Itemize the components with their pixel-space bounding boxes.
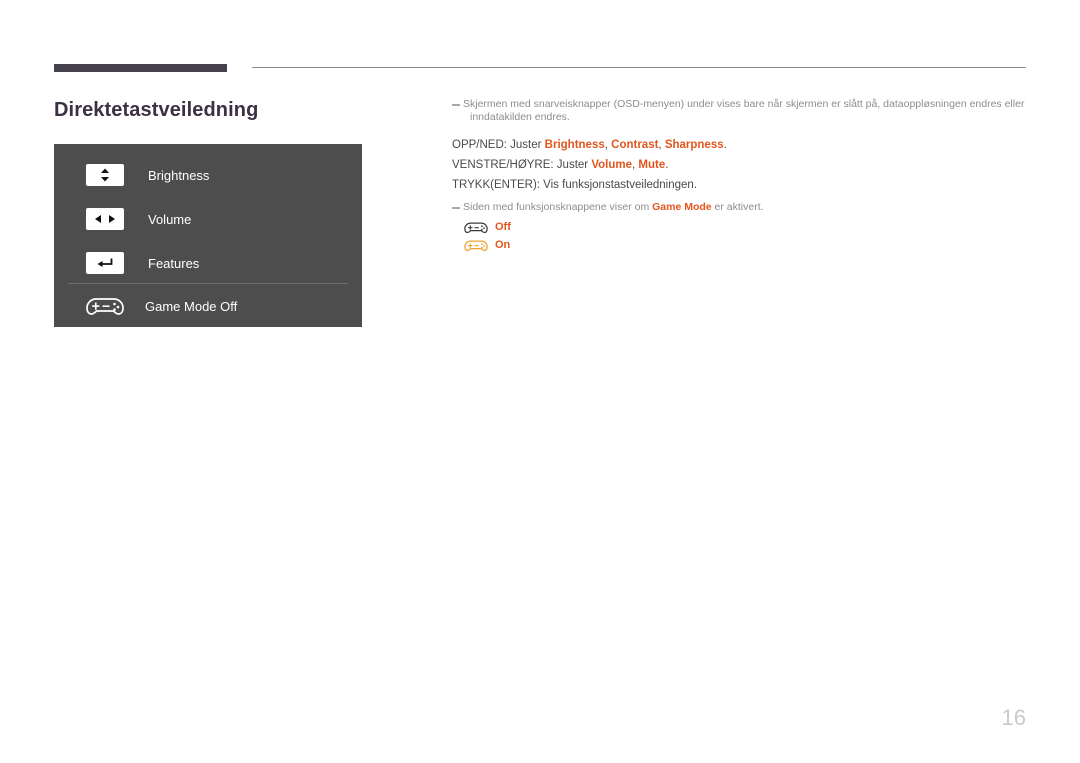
period-1: . [723,139,727,151]
note-dash-icon [452,104,460,106]
note-osd-visibility: Skjermen med snarveisknapper (OSD-menyen… [452,98,1032,124]
legend-item-on: On [463,236,1032,254]
page-header-rules [0,0,1080,80]
osd-row-game-mode[interactable]: Game Mode Off [54,284,362,328]
keyword-mute: Mute [638,159,666,171]
up-down-arrows-icon [86,164,124,186]
instruction-up-down: OPP/NED: Juster Brightness, Contrast, Sh… [452,135,1032,155]
note-osd-visibility-line2: inndatakilden endres. [470,111,570,123]
body-text-column: Skjermen med snarveisknapper (OSD-menyen… [452,98,1032,254]
legend-item-off: Off [463,218,1032,236]
keyword-game-mode: Game Mode [652,201,712,213]
note-game-mode-suffix: er aktivert. [711,201,764,213]
enter-return-arrow-icon [86,252,124,274]
instruction-up-down-prefix: OPP/NED: Juster [452,139,545,151]
osd-label-volume: Volume [148,211,192,227]
osd-label-game-mode: Game Mode Off [145,298,238,314]
note-dash-icon-2 [452,207,460,209]
instruction-left-right-prefix: VENSTRE/HØYRE: Juster [452,159,592,171]
keyword-brightness: Brightness [544,139,605,151]
page-title: Direktetastveiledning [54,99,259,121]
header-thick-rule [54,64,227,72]
note-spacer [452,127,1032,135]
osd-menu-panel: Brightness Volume Features Game Mode Off [54,144,362,327]
instruction-enter-text: TRYKK(ENTER): Vis funksjonstastveilednin… [452,179,698,191]
instruction-left-right: VENSTRE/HØYRE: Juster Volume, Mute. [452,155,1032,175]
keyword-contrast: Contrast [611,139,659,151]
gamepad-icon [83,293,127,319]
period-2: . [665,159,669,171]
left-right-arrows-icon [86,208,124,230]
osd-row-brightness[interactable]: Brightness [54,153,362,197]
page-number: 16 [1001,705,1026,730]
legend-label-on: On [495,239,511,251]
osd-label-features: Features [148,255,200,271]
note-game-mode: Siden med funksjonsknappene viser om Gam… [452,201,1032,214]
note-osd-visibility-line1: Skjermen med snarveisknapper (OSD-menyen… [463,98,1025,110]
gamepad-on-icon [463,237,491,254]
gamepad-off-icon [463,219,491,236]
osd-row-volume[interactable]: Volume [54,197,362,241]
legend-label-off: Off [495,221,511,233]
osd-row-features[interactable]: Features [54,241,362,285]
keyword-sharpness: Sharpness [664,139,724,151]
osd-label-brightness: Brightness [148,167,210,183]
header-thin-rule [252,67,1026,68]
keyword-volume: Volume [591,159,632,171]
note-game-mode-prefix: Siden med funksjonsknappene viser om [463,201,653,213]
game-mode-legend: Off On [452,218,1032,254]
instruction-enter: TRYKK(ENTER): Vis funksjonstastveilednin… [452,175,1032,195]
